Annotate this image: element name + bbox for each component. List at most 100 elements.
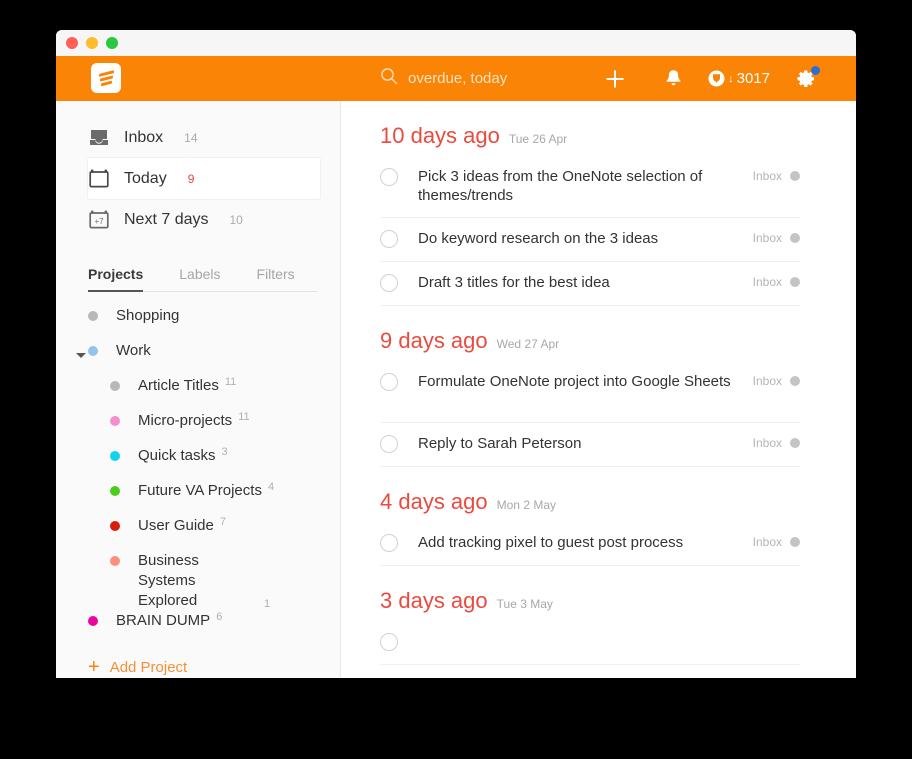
task-row[interactable]: Formulate OneNote project into Google Sh… — [380, 361, 800, 423]
search-box[interactable]: overdue, today — [380, 56, 507, 101]
task-meta: Inbox — [753, 535, 800, 549]
plus-icon: + — [88, 656, 100, 678]
task-project-dot — [790, 171, 800, 181]
task-meta: Inbox — [753, 231, 800, 245]
task-row[interactable]: Pick 3 ideas from the OneNote selection … — [380, 156, 800, 218]
close-window-button[interactable] — [66, 37, 78, 49]
sidebar-item-next-7-days[interactable]: +7 Next 7 days 10 — [88, 199, 320, 240]
notifications-button[interactable] — [644, 56, 702, 101]
tab-projects-label: Projects — [88, 266, 144, 282]
task-project-dot — [790, 233, 800, 243]
sidebar-item-today-count: 9 — [187, 171, 195, 186]
project-color-dot — [110, 416, 120, 426]
task-group-date: Mon 2 May — [496, 498, 556, 512]
title-bar — [56, 30, 856, 56]
app-window: overdue, today ↓ 3017 Inbox 14 Today 9 +… — [56, 30, 856, 678]
todoist-logo[interactable] — [91, 63, 121, 93]
sidebar: Inbox 14 Today 9 +7 Next 7 days 10 Proje… — [56, 101, 341, 678]
tab-labels[interactable]: Labels — [179, 266, 220, 291]
tab-filters[interactable]: Filters — [257, 266, 295, 291]
project-item-count: 4 — [267, 481, 275, 493]
calendar-7-icon: +7 — [88, 210, 110, 229]
task-project-label: Inbox — [752, 231, 782, 245]
project-color-dot — [110, 556, 120, 566]
sidebar-item-next-7-days-label: Next 7 days — [124, 210, 209, 228]
task-title: Draft 3 titles for the best idea — [418, 274, 610, 291]
task-checkbox[interactable] — [380, 534, 398, 552]
chevron-down-icon[interactable] — [76, 353, 86, 358]
calendar-icon — [88, 169, 110, 188]
task-list: 10 days ago Tue 26 Apr Pick 3 ideas from… — [341, 101, 856, 678]
project-color-dot — [110, 381, 120, 391]
karma-button[interactable]: ↓ 3017 — [702, 56, 776, 101]
karma-points: 3017 — [736, 70, 770, 87]
task-row[interactable]: Add tracking pixel to guest post process… — [380, 522, 800, 566]
karma-icon — [708, 70, 725, 87]
project-item-business-systems-explored[interactable]: Business Systems Explored 1 — [56, 551, 340, 611]
task-checkbox[interactable] — [380, 633, 398, 651]
project-color-dot — [110, 521, 120, 531]
tab-projects[interactable]: Projects — [88, 266, 144, 292]
task-meta: Inbox — [753, 374, 800, 388]
search-icon — [380, 67, 398, 90]
task-meta: Inbox — [753, 436, 800, 450]
task-group-relative-date: 3 days ago — [380, 588, 488, 613]
task-checkbox[interactable] — [380, 274, 398, 292]
project-item-label: Work — [116, 342, 151, 359]
project-item-label: Future VA Projects — [138, 482, 262, 499]
task-group-header: 9 days ago Wed 27 Apr — [380, 328, 800, 354]
project-item-count: 7 — [219, 516, 226, 528]
project-color-dot — [88, 616, 98, 626]
add-project-button[interactable]: + Add Project — [56, 650, 340, 678]
project-item-label: Business Systems Explored — [138, 552, 199, 609]
task-checkbox[interactable] — [380, 373, 398, 391]
sidebar-item-today[interactable]: Today 9 — [88, 158, 320, 199]
project-item-user-guide[interactable]: User Guide 7 — [56, 516, 340, 551]
task-group-date: Tue 26 Apr — [508, 132, 568, 146]
add-project-label: Add Project — [109, 658, 188, 676]
task-project-label: Inbox — [752, 436, 782, 450]
project-item-quick-tasks[interactable]: Quick tasks 3 — [56, 446, 340, 481]
project-list: Shopping Work Article Titles 11 Micro-pr… — [56, 292, 340, 678]
sidebar-item-inbox[interactable]: Inbox 14 — [88, 117, 320, 158]
project-item-work[interactable]: Work — [56, 341, 340, 376]
app-body: Inbox 14 Today 9 +7 Next 7 days 10 Proje… — [56, 101, 856, 678]
maximize-window-button[interactable] — [106, 37, 118, 49]
task-checkbox[interactable] — [380, 168, 398, 186]
add-task-button[interactable] — [586, 56, 644, 101]
project-item-count: 11 — [224, 376, 237, 388]
project-color-dot — [88, 311, 98, 321]
task-row[interactable]: Do keyword research on the 3 ideas Inbox — [380, 218, 800, 262]
task-project-dot — [790, 438, 800, 448]
task-row[interactable] — [380, 621, 800, 665]
karma-trend-arrow: ↓ — [728, 72, 734, 85]
task-checkbox[interactable] — [380, 230, 398, 248]
task-title: Reply to Sarah Peterson — [418, 435, 582, 452]
search-input[interactable]: overdue, today — [408, 70, 507, 87]
task-project-label: Inbox — [752, 169, 782, 183]
task-group-relative-date: 4 days ago — [380, 489, 488, 514]
app-header: overdue, today ↓ 3017 — [56, 56, 856, 101]
task-group-header: 4 days ago Mon 2 May — [380, 489, 800, 515]
task-checkbox[interactable] — [380, 435, 398, 453]
project-item-shopping[interactable]: Shopping — [56, 306, 340, 341]
task-row[interactable]: Reply to Sarah Peterson Inbox — [380, 423, 800, 467]
minimize-window-button[interactable] — [86, 37, 98, 49]
project-color-dot — [88, 346, 98, 356]
project-item-future-va-projects[interactable]: Future VA Projects 4 — [56, 481, 340, 516]
task-title: Pick 3 ideas from the OneNote selection … — [418, 168, 703, 204]
task-group-header: 3 days ago Tue 3 May — [380, 588, 800, 614]
project-item-micro-projects[interactable]: Micro-projects 11 — [56, 411, 340, 446]
sidebar-tabs: Projects Labels Filters — [88, 266, 318, 292]
settings-button[interactable] — [776, 56, 834, 101]
task-meta: Inbox — [753, 169, 800, 183]
project-item-brain-dump[interactable]: BRAIN DUMP 6 — [56, 611, 340, 646]
task-title: Add tracking pixel to guest post process — [418, 534, 684, 551]
task-project-dot — [790, 537, 800, 547]
task-group-header: 10 days ago Tue 26 Apr — [380, 123, 800, 149]
project-item-article-titles[interactable]: Article Titles 11 — [56, 376, 340, 411]
header-actions: ↓ 3017 — [586, 56, 834, 101]
task-group-date: Wed 27 Apr — [496, 337, 560, 351]
project-item-label: Micro-projects — [138, 412, 233, 429]
task-row[interactable]: Draft 3 titles for the best idea Inbox — [380, 262, 800, 306]
